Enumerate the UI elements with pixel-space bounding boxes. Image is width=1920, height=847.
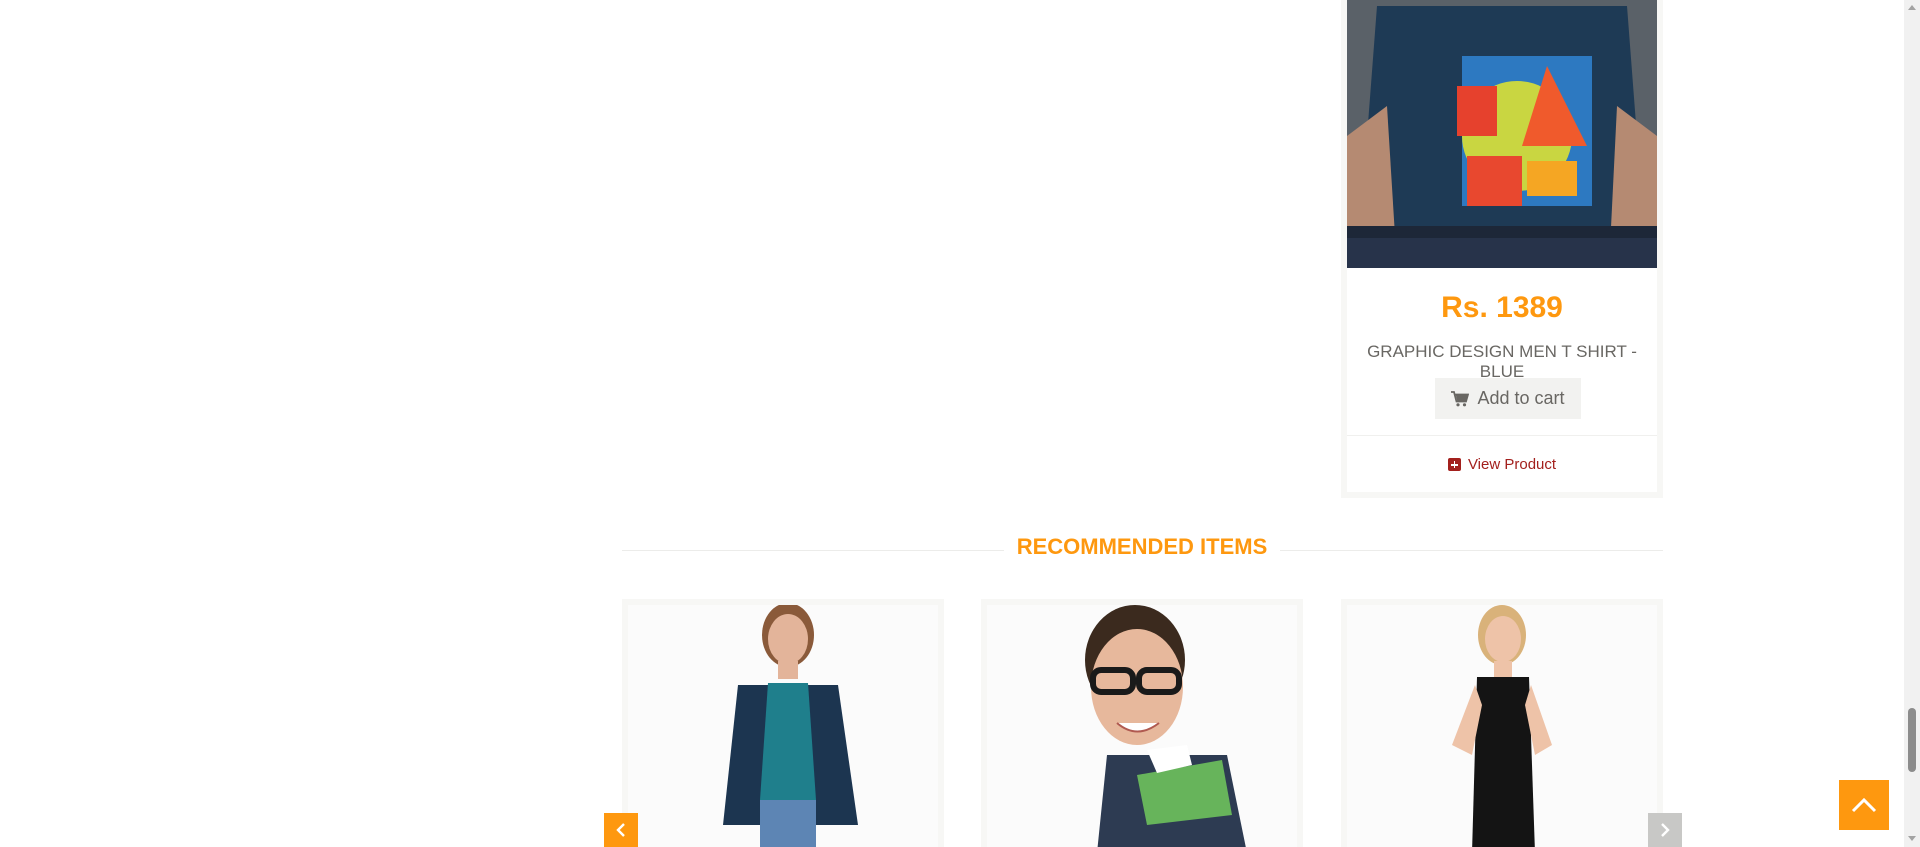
recommended-item-card	[622, 599, 944, 847]
shopping-cart-icon	[1451, 390, 1470, 407]
plus-square-icon	[1447, 458, 1461, 471]
recommended-item-image	[987, 605, 1297, 847]
carousel-prev-button[interactable]	[604, 813, 638, 847]
recommended-item-card	[1341, 599, 1663, 847]
recommended-item-card	[981, 599, 1303, 847]
section-divider-left	[622, 550, 1004, 551]
product-card: Rs. 1389 GRAPHIC DESIGN MEN T SHIRT - BL…	[1341, 0, 1663, 498]
product-image	[1347, 0, 1657, 268]
scroll-up-arrow-icon[interactable]	[1908, 5, 1916, 10]
recommended-items-title: RECOMMENDED ITEMS	[1004, 534, 1280, 560]
recommended-item-image	[628, 605, 938, 847]
add-to-cart-label: Add to cart	[1477, 388, 1565, 408]
carousel-next-button[interactable]	[1648, 813, 1682, 847]
recommended-item-image	[1347, 605, 1657, 847]
scrollbar-thumb[interactable]	[1908, 708, 1916, 772]
scroll-to-top-button[interactable]	[1839, 780, 1889, 830]
view-product-label: View Product	[1467, 456, 1557, 473]
add-to-cart-button[interactable]: Add to cart	[1435, 378, 1581, 419]
scroll-down-arrow-icon[interactable]	[1908, 836, 1916, 841]
chevron-right-icon	[1661, 823, 1670, 837]
product-price: Rs. 1389	[1441, 291, 1563, 324]
view-product-link[interactable]: View Product	[1347, 456, 1657, 473]
chevron-left-icon	[616, 823, 625, 837]
product-name: GRAPHIC DESIGN MEN T SHIRT - BLUE	[1367, 342, 1637, 381]
page: Rs. 1389 GRAPHIC DESIGN MEN T SHIRT - BL…	[0, 0, 1920, 847]
chevron-up-icon	[1851, 797, 1877, 813]
page-scrollbar[interactable]	[1904, 0, 1920, 847]
section-divider-right	[1280, 550, 1663, 551]
card-divider	[1347, 435, 1657, 436]
